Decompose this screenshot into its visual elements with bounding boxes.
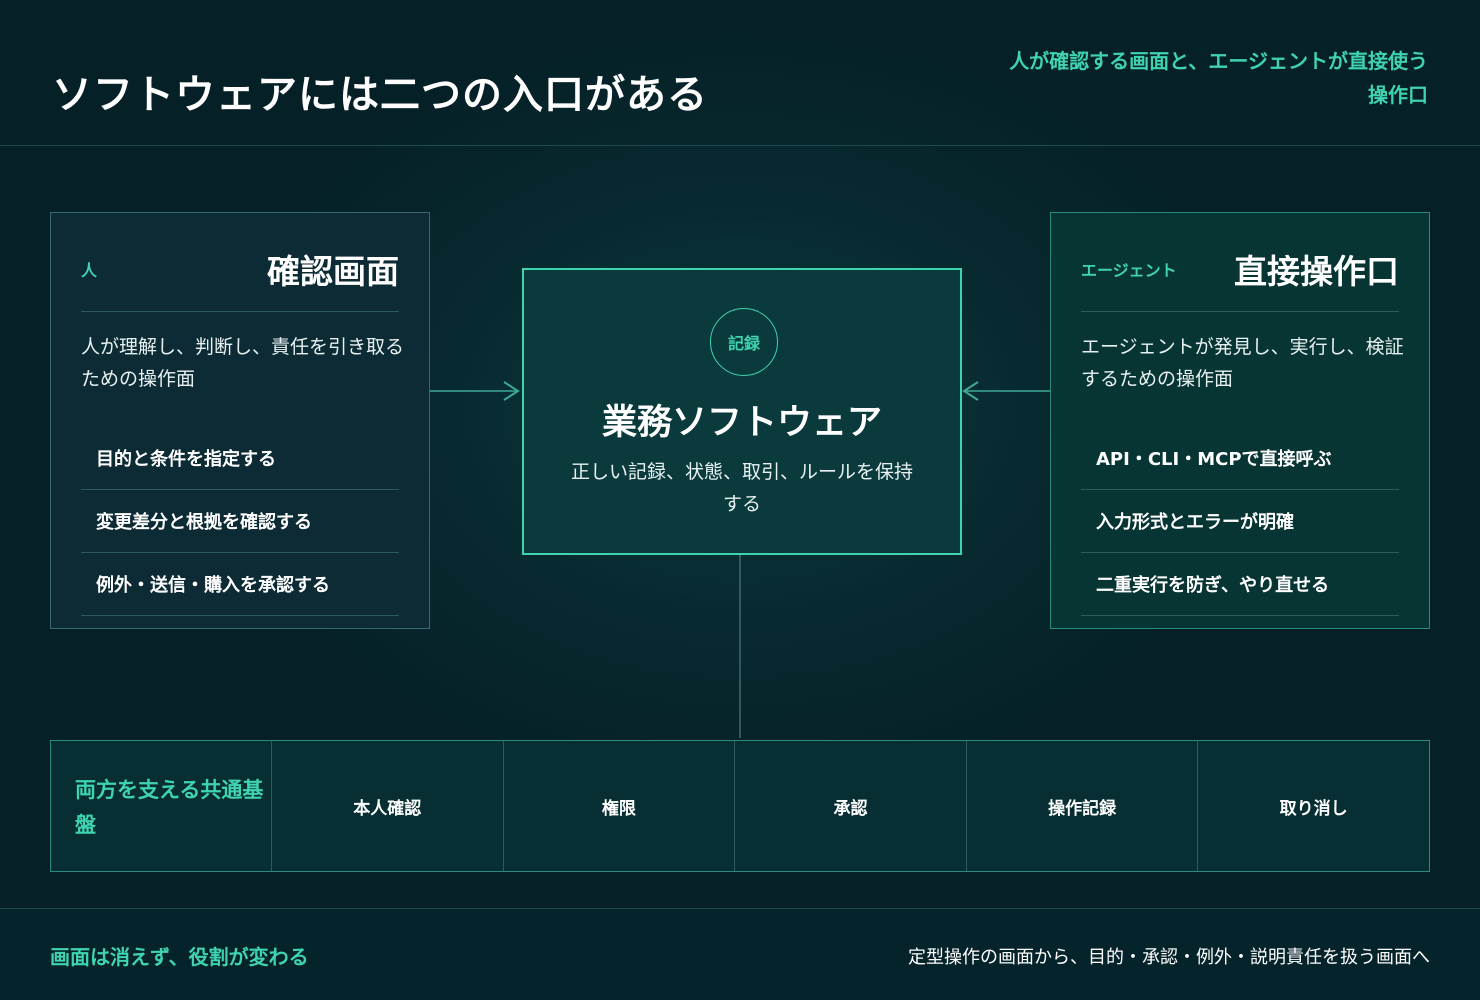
list-item: 入力形式とエラーが明確	[1081, 490, 1399, 553]
foundation-cell-permission: 権限	[504, 741, 736, 871]
foundation-cell-identity: 本人確認	[272, 741, 504, 871]
footer: 画面は消えず、役割が変わる 定型操作の画面から、目的・承認・例外・説明責任を扱う…	[0, 908, 1480, 1000]
header-subtitle: 人が確認する画面と、エージェントが直接使う操作口	[1009, 49, 1428, 107]
list-item: 目的と条件を指定する	[81, 427, 399, 490]
footer-note: 定型操作の画面から、目的・承認・例外・説明責任を扱う画面へ	[908, 947, 1430, 968]
shared-foundation: 両方を支える共通基盤 本人確認 権限 承認 操作記録 取り消し	[50, 740, 1430, 872]
card-list: 目的と条件を指定する 変更差分と根拠を確認する 例外・送信・購入を承認する	[81, 427, 399, 616]
foundation-cell-audit-log: 操作記録	[967, 741, 1199, 871]
foundation-label: 両方を支える共通基盤	[51, 741, 272, 871]
foundation-cell-approval: 承認	[735, 741, 967, 871]
card-role-agent: エージェント	[1081, 261, 1177, 280]
human-review-card: 人 確認画面 人が理解し、判断し、責任を引き取るための操作面 目的と条件を指定す…	[50, 212, 430, 629]
footer-tagline: 画面は消えず、役割が変わる	[50, 945, 309, 969]
card-head: エージェント 直接操作口	[1081, 213, 1399, 312]
card-list: API・CLI・MCPで直接呼ぶ 入力形式とエラーが明確 二重実行を防ぎ、やり直…	[1081, 427, 1399, 616]
center-description: 正しい記録、状態、取引、ルールを保持する	[570, 461, 913, 515]
card-description: エージェントが発見し、実行し、検証するための操作面	[1081, 336, 1404, 390]
foundation-cell-undo: 取り消し	[1279, 798, 1348, 819]
list-item: 例外・送信・購入を承認する	[81, 553, 399, 616]
card-title-review: 確認画面	[267, 252, 399, 291]
card-role-human: 人	[81, 261, 98, 280]
page-title: ソフトウェアには二つの入口がある	[52, 72, 708, 118]
business-software-card: 記録 業務ソフトウェア 正しい記録、状態、取引、ルールを保持する	[522, 268, 962, 555]
list-item: 変更差分と根拠を確認する	[81, 490, 399, 553]
card-head: 人 確認画面	[81, 213, 399, 312]
center-title: 業務ソフトウェア	[601, 403, 882, 443]
card-description: 人が理解し、判断し、責任を引き取るための操作面	[81, 336, 405, 390]
list-item: API・CLI・MCPで直接呼ぶ	[1081, 427, 1399, 490]
card-title-direct: 直接操作口	[1234, 252, 1399, 291]
record-badge: 記録	[710, 308, 778, 376]
list-item: 二重実行を防ぎ、やり直せる	[1081, 553, 1399, 616]
header: ソフトウェアには二つの入口がある 人が確認する画面と、エージェントが直接使う操作…	[0, 0, 1480, 146]
agent-direct-card: エージェント 直接操作口 エージェントが発見し、実行し、検証するための操作面 A…	[1050, 212, 1430, 629]
